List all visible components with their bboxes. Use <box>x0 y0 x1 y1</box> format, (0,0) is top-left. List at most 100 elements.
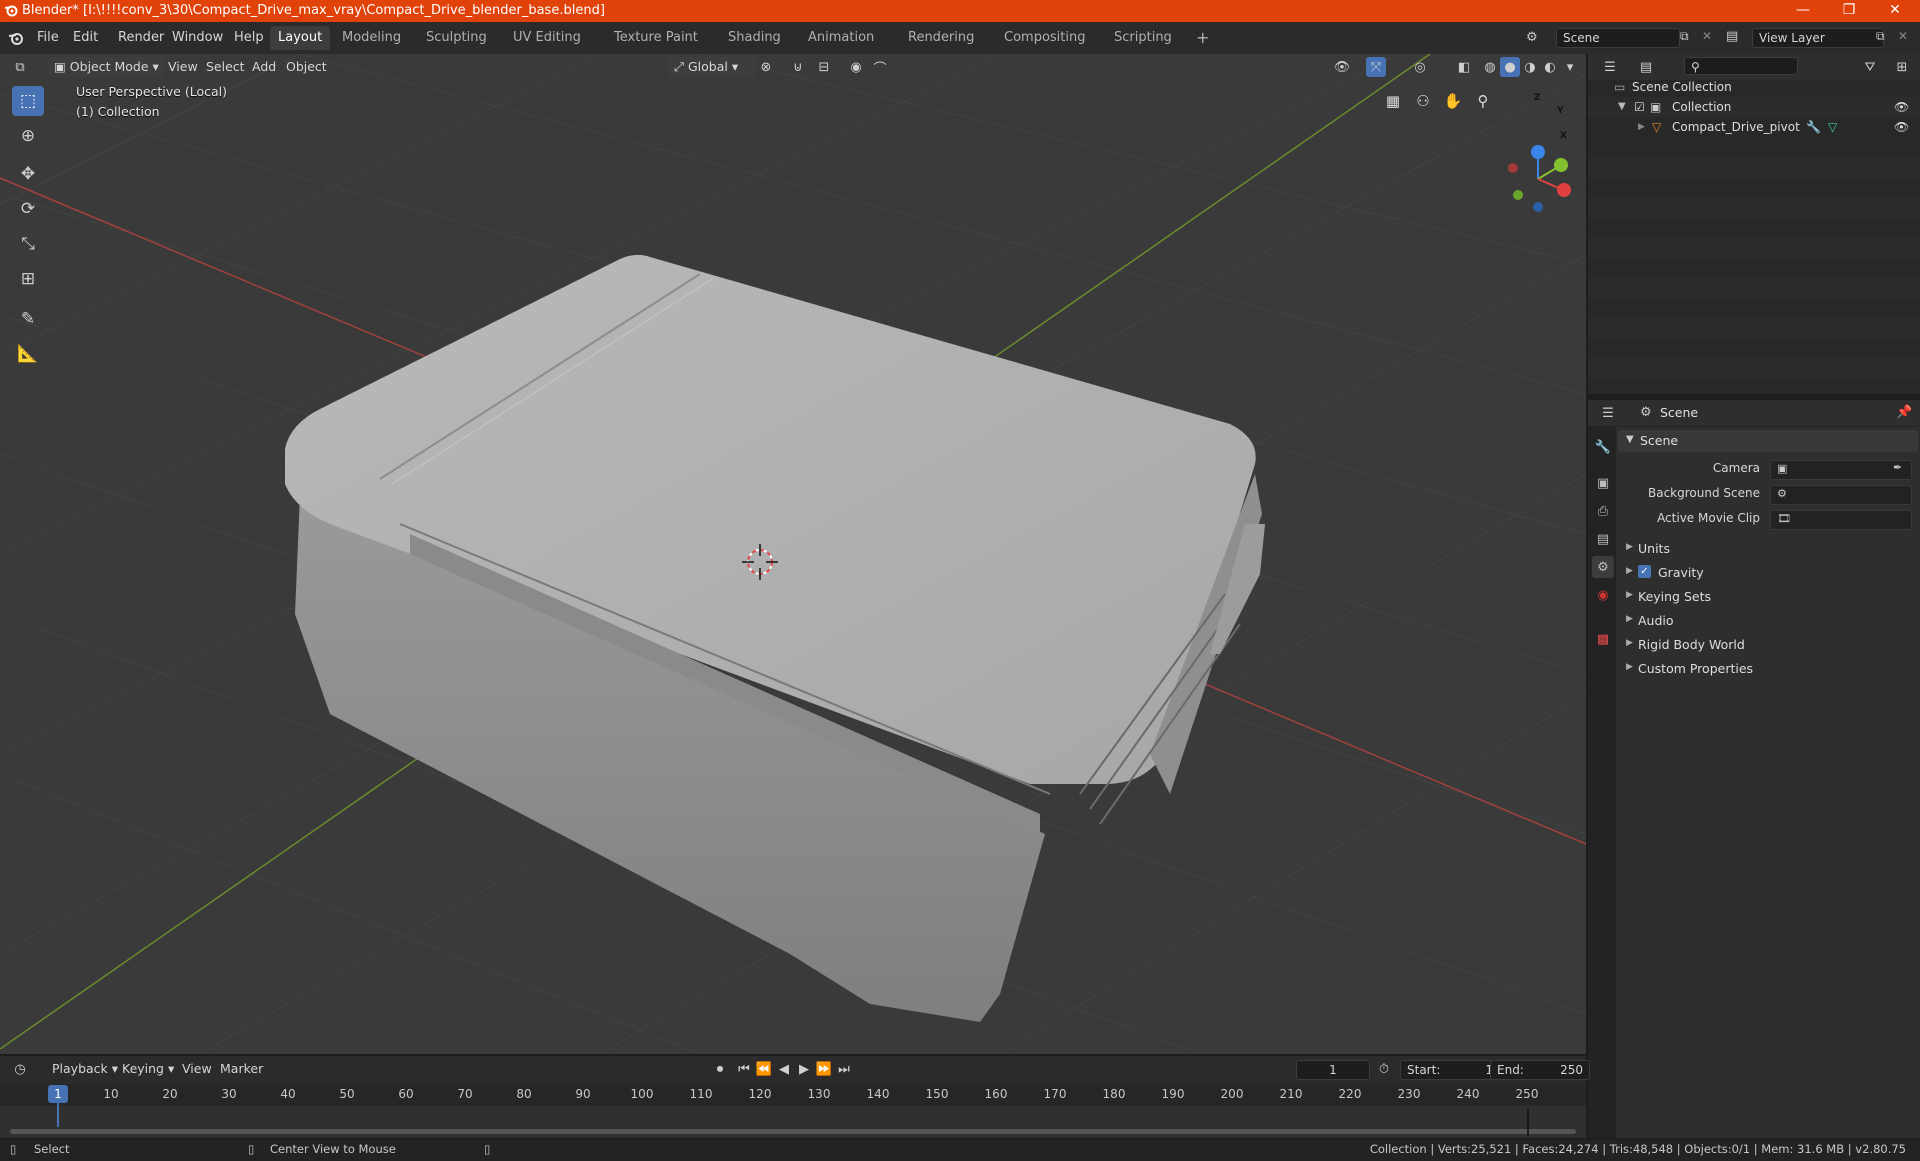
play-reverse-icon[interactable]: ◀ <box>774 1059 794 1079</box>
menu-edit[interactable]: Edit <box>68 28 103 48</box>
current-frame-indicator[interactable]: 1 <box>48 1085 68 1103</box>
timeline-scrollbar[interactable] <box>10 1129 1576 1134</box>
outliner-editor-type-icon[interactable]: ☰ <box>1600 57 1620 77</box>
timeline-menu-view[interactable]: View <box>176 1059 218 1079</box>
rigid-body-world-panel-header[interactable]: ▶ Rigid Body World <box>1618 634 1918 656</box>
keying-sets-panel-header[interactable]: ▶ Keying Sets <box>1618 586 1918 608</box>
filter-icon[interactable]: ⛛ <box>1860 57 1880 77</box>
view-layer-selector[interactable]: View Layer <box>1752 28 1884 48</box>
output-tab-icon[interactable]: ⎙ <box>1592 500 1614 522</box>
current-frame-field[interactable]: 1 <box>1296 1060 1370 1080</box>
rendered-shading-icon[interactable]: ◐ <box>1540 57 1560 77</box>
snap-target-icon[interactable]: ⊟ <box>814 57 834 77</box>
new-collection-icon[interactable]: ⊞ <box>1892 57 1912 77</box>
zoom-icon[interactable]: ⚲ <box>1470 88 1496 114</box>
tab-texture-paint[interactable]: Texture Paint <box>606 26 706 50</box>
play-icon[interactable]: ▶ <box>794 1059 814 1079</box>
timeline-menu-playback[interactable]: Playback ▾ <box>46 1059 124 1079</box>
jump-keyframe-forward-icon[interactable]: ⏩ <box>814 1059 834 1079</box>
camera-icon[interactable]: ⚇ <box>1410 88 1436 114</box>
pan-hand-icon[interactable]: ✋ <box>1440 88 1466 114</box>
timeline-menu-keying[interactable]: Keying ▾ <box>116 1059 180 1079</box>
playhead-line[interactable] <box>57 1103 59 1127</box>
menu-render[interactable]: Render <box>113 28 169 48</box>
mode-selector[interactable]: ▣ Object Mode ▾ <box>48 57 164 77</box>
transform-tool[interactable]: ⊞ <box>12 264 44 294</box>
properties-editor-type-icon[interactable]: ☰ <box>1598 403 1618 423</box>
render-tab-icon[interactable]: ▣ <box>1592 472 1614 494</box>
tab-shading[interactable]: Shading <box>720 26 789 50</box>
view-layer-tab-icon[interactable]: ▤ <box>1592 528 1614 550</box>
viewport-menu-add[interactable]: Add <box>246 57 282 77</box>
add-workspace-button[interactable]: + <box>1188 26 1217 50</box>
eye-icon[interactable]: 👁 <box>1894 97 1909 117</box>
navigation-gizmo[interactable] <box>1508 145 1571 212</box>
rotate-tool[interactable]: ⟳ <box>12 194 44 224</box>
tab-compositing[interactable]: Compositing <box>996 26 1094 50</box>
scene-selector[interactable]: Scene <box>1556 28 1680 48</box>
jump-end-icon[interactable]: ⏭ <box>834 1059 854 1079</box>
falloff-icon[interactable]: ⌒ <box>870 57 890 77</box>
visibility-icon[interactable]: 👁 <box>1332 57 1352 77</box>
gizmo-toggle-icon[interactable]: ⤧ <box>1366 57 1386 77</box>
modifier-wrench-icon[interactable]: 🔧 <box>1806 117 1821 137</box>
texture-tab-icon[interactable]: ▩ <box>1592 628 1614 650</box>
pin-icon[interactable]: 📌 <box>1896 405 1912 420</box>
editor-type-icon[interactable]: ⧉ <box>10 57 30 77</box>
tab-scripting[interactable]: Scripting <box>1106 26 1180 50</box>
camera-field[interactable]: ▣ ✒ <box>1770 460 1912 480</box>
tab-layout[interactable]: Layout <box>270 26 331 50</box>
viewport-menu-object[interactable]: Object <box>280 57 333 77</box>
viewport-menu-view[interactable]: View <box>162 57 204 77</box>
tab-modeling[interactable]: Modeling <box>334 26 409 50</box>
outliner-row-object[interactable]: ▶ ▽ Compact_Drive_pivot 🔧 ▽ 👁 <box>1588 117 1920 137</box>
minimize-button[interactable]: — <box>1780 0 1826 22</box>
delete-view-layer-icon[interactable]: ✕ <box>1898 29 1908 43</box>
mesh-data-icon[interactable]: ▽ <box>1828 117 1837 137</box>
menu-window[interactable]: Window <box>167 28 228 48</box>
outliner-row-scene-collection[interactable]: ▭ Scene Collection <box>1588 77 1920 97</box>
timeline-editor-type-icon[interactable]: ◷ <box>10 1059 30 1079</box>
maximize-button[interactable]: ❐ <box>1826 0 1872 22</box>
tab-sculpting[interactable]: Sculpting <box>418 26 495 50</box>
timeline-menu-marker[interactable]: Marker <box>214 1059 269 1079</box>
end-frame-field[interactable]: End: 250 <box>1490 1060 1590 1080</box>
move-tool[interactable]: ✥ <box>12 159 44 189</box>
snap-magnet-icon[interactable]: ⊍ <box>788 57 808 77</box>
eye-icon[interactable]: 👁 <box>1894 117 1909 137</box>
solid-shading-icon[interactable]: ● <box>1500 57 1520 77</box>
custom-properties-panel-header[interactable]: ▶ Custom Properties <box>1618 658 1918 680</box>
background-scene-field[interactable]: ⚙ <box>1770 485 1912 505</box>
tab-rendering[interactable]: Rendering <box>900 26 982 50</box>
3d-viewport[interactable]: Z Y X ▦ ⚇ ✋ ⚲ User Perspective (Local) (… <box>0 54 1586 1054</box>
expand-arrow-icon[interactable]: ▶ <box>1638 117 1645 137</box>
start-frame-field[interactable]: Start:1 <box>1400 1060 1500 1080</box>
measure-tool[interactable]: 📐 <box>12 339 44 369</box>
blender-menu-icon[interactable] <box>8 30 24 46</box>
proportional-edit-icon[interactable]: ◉ <box>846 57 866 77</box>
audio-panel-header[interactable]: ▶ Audio <box>1618 610 1918 632</box>
pivot-point-icon[interactable]: ⊗ <box>756 57 776 77</box>
menu-help[interactable]: Help <box>229 28 269 48</box>
tab-animation[interactable]: Animation <box>800 26 882 50</box>
jump-keyframe-back-icon[interactable]: ⏪ <box>754 1059 774 1079</box>
tab-uv-editing[interactable]: UV Editing <box>505 26 589 50</box>
scene-section-header[interactable]: ▼ Scene <box>1618 430 1918 452</box>
outliner-search-input[interactable]: ⚲ <box>1684 57 1798 75</box>
wireframe-shading-icon[interactable]: ◍ <box>1480 57 1500 77</box>
gravity-checkbox[interactable]: ✓ <box>1638 565 1651 578</box>
close-button[interactable]: ✕ <box>1872 0 1918 22</box>
eyedropper-icon[interactable]: ✒ <box>1893 461 1902 474</box>
toggle-camera-view-icon[interactable]: ▦ <box>1380 88 1406 114</box>
material-shading-icon[interactable]: ◑ <box>1520 57 1540 77</box>
xray-icon[interactable]: ◧ <box>1454 57 1474 77</box>
active-movie-clip-field[interactable]: 🎞 <box>1770 510 1912 530</box>
stopwatch-icon[interactable]: ⏱ <box>1374 1059 1394 1079</box>
transform-orientation-selector[interactable]: ⤢ Global ▾ <box>668 57 756 77</box>
new-scene-icon[interactable]: ⧉ <box>1680 29 1689 44</box>
record-icon[interactable]: ⏺ <box>710 1059 730 1079</box>
tool-tab-icon[interactable]: 🔧 <box>1592 436 1614 458</box>
checkbox-icon[interactable]: ☑ <box>1634 97 1645 117</box>
expand-arrow-icon[interactable]: ▼ <box>1618 97 1626 117</box>
shading-options-icon[interactable]: ▾ <box>1560 57 1580 77</box>
